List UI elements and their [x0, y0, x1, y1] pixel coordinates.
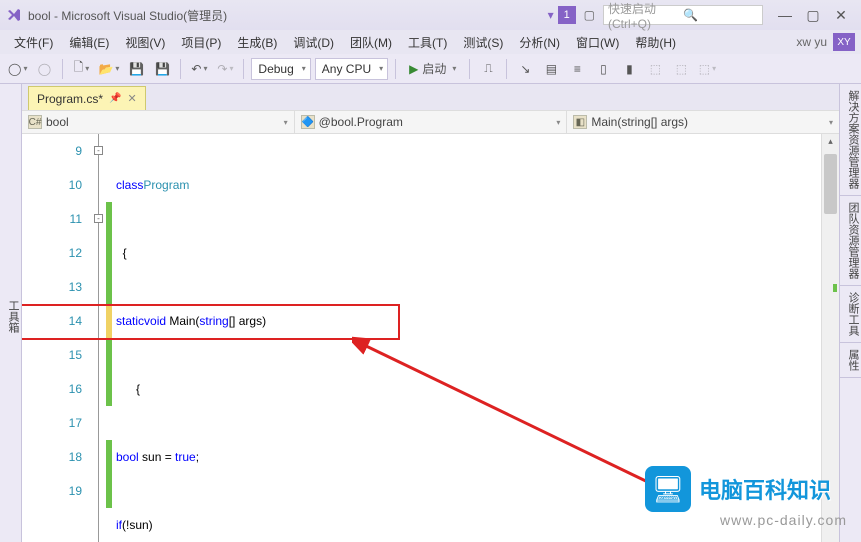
tab-program-cs[interactable]: Program.cs* 📌 ✕ — [28, 86, 146, 110]
tb-btn-c[interactable]: ⬚ — [670, 58, 692, 80]
rail-solution-explorer[interactable]: 解决方案资源管理器 — [840, 84, 861, 196]
menu-window[interactable]: 窗口(W) — [568, 32, 627, 53]
new-project-button[interactable]: 🗋 — [70, 58, 92, 80]
rail-diagnostics[interactable]: 诊断工具 — [840, 286, 861, 343]
tb-btn-a[interactable]: ⎍ — [477, 58, 499, 80]
nav-class-combo[interactable]: 🔷@bool.Program — [295, 111, 568, 133]
maximize-button[interactable]: ▢ — [799, 4, 827, 26]
brand-text: 电脑百科知识 — [699, 473, 831, 505]
menu-help[interactable]: 帮助(H) — [627, 32, 684, 53]
menu-tools[interactable]: 工具(T) — [400, 32, 455, 53]
menu-test[interactable]: 测试(S) — [455, 32, 511, 53]
bookmark-button[interactable]: ▮ — [618, 58, 640, 80]
nav-member-combo[interactable]: ◧Main(string[] args) — [567, 111, 839, 133]
quick-launch-placeholder: 快速启动 (Ctrl+Q) — [608, 0, 683, 31]
tab-label: Program.cs* — [37, 92, 103, 106]
play-icon: ▶ — [409, 62, 418, 76]
solution-config-combo[interactable]: Debug — [251, 58, 310, 80]
quick-launch-input[interactable]: 快速启动 (Ctrl+Q) 🔍 — [603, 5, 763, 25]
menu-build[interactable]: 生成(B) — [229, 32, 285, 53]
window-title: bool - Microsoft Visual Studio(管理员) — [28, 7, 548, 24]
outline-margin[interactable]: - - — [92, 134, 106, 542]
csharp-project-icon: C# — [28, 115, 42, 129]
scroll-thumb[interactable] — [824, 154, 837, 214]
collapse-icon[interactable]: - — [94, 146, 103, 155]
menu-debug[interactable]: 调试(D) — [285, 32, 342, 53]
menu-analyze[interactable]: 分析(N) — [511, 32, 568, 53]
redo-button[interactable]: ↷ — [214, 58, 236, 80]
change-marker-icon — [833, 284, 837, 292]
rail-properties[interactable]: 属性 — [840, 343, 861, 378]
save-all-button[interactable]: 💾 — [151, 58, 173, 80]
document-tabs: Program.cs* 📌 ✕ — [22, 84, 839, 110]
user-avatar[interactable]: XY — [833, 33, 855, 51]
menu-view[interactable]: 视图(V) — [117, 32, 173, 53]
menu-file[interactable]: 文件(F) — [6, 32, 61, 53]
feedback-icon[interactable]: ▢ — [584, 8, 595, 22]
comment-button[interactable]: ≡ — [566, 58, 588, 80]
solution-platform-combo[interactable]: Any CPU — [315, 58, 388, 80]
notification-badge[interactable]: 1 — [558, 6, 576, 24]
tb-btn-b[interactable]: ⬚ — [644, 58, 666, 80]
notification-flag-icon[interactable]: ▾ — [548, 8, 554, 22]
class-icon: 🔷 — [301, 115, 315, 129]
vs-logo-icon — [6, 7, 22, 23]
brand-badge: 🖥 电脑百科知识 — [645, 466, 831, 512]
open-file-button[interactable]: 📂 — [96, 58, 121, 80]
nav-forward-button[interactable]: ◯ — [33, 58, 55, 80]
scroll-up-icon[interactable]: ▴ — [822, 136, 839, 147]
close-tab-icon[interactable]: ✕ — [127, 92, 136, 105]
collapse-icon[interactable]: - — [94, 214, 103, 223]
nav-scope-combo[interactable]: C#bool — [22, 111, 295, 133]
signed-in-user[interactable]: xw yu — [796, 35, 827, 49]
navigation-bar: C#bool 🔷@bool.Program ◧Main(string[] arg… — [22, 110, 839, 134]
menu-team[interactable]: 团队(M) — [342, 32, 400, 53]
indent-button[interactable]: ▤ — [540, 58, 562, 80]
monitor-icon: 🖥 — [645, 466, 691, 512]
close-button[interactable]: ✕ — [827, 4, 855, 26]
watermark-text: www.pc-daily.com — [720, 512, 847, 528]
uncomment-button[interactable]: ▯ — [592, 58, 614, 80]
right-rail: 解决方案资源管理器 团队资源管理器 诊断工具 属性 — [839, 84, 861, 542]
line-number-gutter: 9 10 11 12 13 14 15 16 17 18 19 — [22, 134, 92, 542]
toolbox-rail[interactable]: 工具箱 — [0, 84, 22, 542]
undo-button[interactable]: ↶ — [188, 58, 210, 80]
nav-back-button[interactable]: ◯ — [6, 58, 29, 80]
step-button[interactable]: ↘ — [514, 58, 536, 80]
search-icon: 🔍 — [683, 8, 758, 22]
menu-edit[interactable]: 编辑(E) — [61, 32, 117, 53]
menu-project[interactable]: 项目(P) — [173, 32, 229, 53]
minimize-button[interactable]: — — [771, 4, 799, 26]
save-button[interactable]: 💾 — [125, 58, 147, 80]
menubar: 文件(F) 编辑(E) 视图(V) 项目(P) 生成(B) 调试(D) 团队(M… — [0, 30, 861, 54]
tb-btn-d[interactable]: ⬚ — [696, 58, 718, 80]
pin-icon[interactable]: 📌 — [109, 93, 121, 104]
method-icon: ◧ — [573, 115, 587, 129]
toolbar: ◯ ◯ 🗋 📂 💾 💾 ↶ ↷ Debug Any CPU ▶启动▾ ⎍ ↘ ▤… — [0, 54, 861, 84]
rail-team-explorer[interactable]: 团队资源管理器 — [840, 196, 861, 286]
start-debug-button[interactable]: ▶启动▾ — [403, 58, 462, 80]
titlebar: bool - Microsoft Visual Studio(管理员) ▾ 1 … — [0, 0, 861, 30]
